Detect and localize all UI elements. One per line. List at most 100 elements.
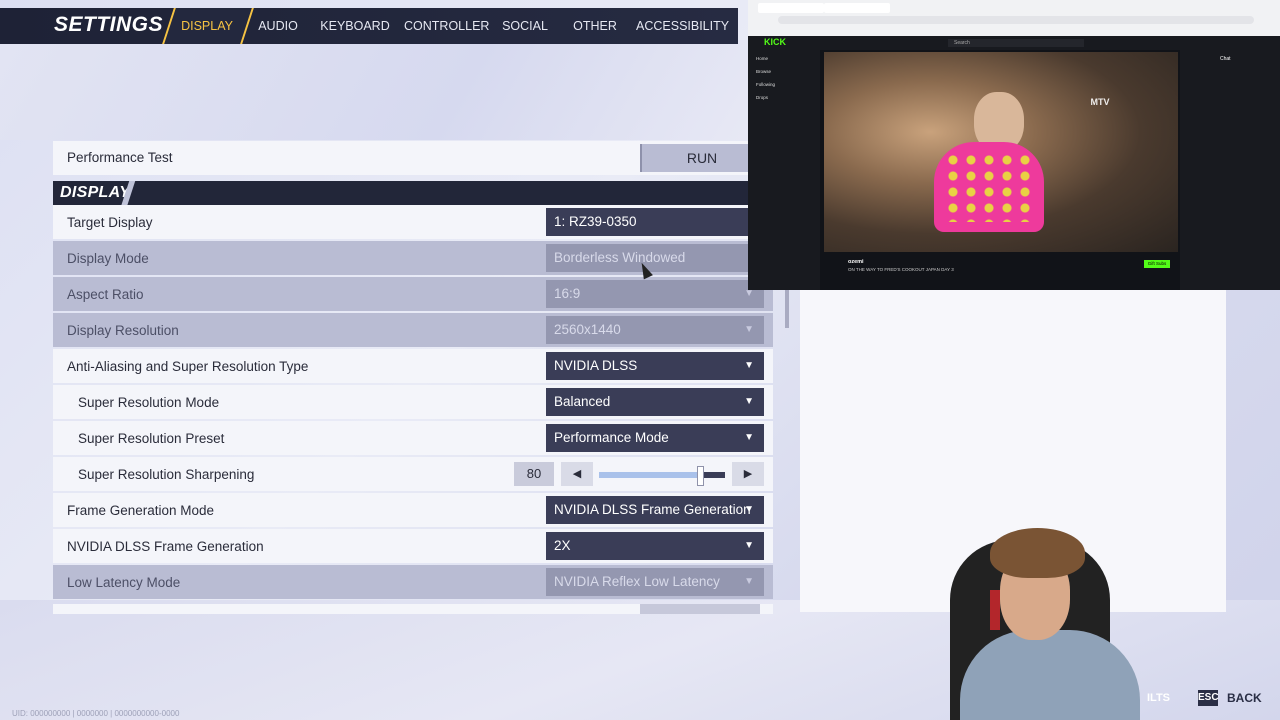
watermark-text: MTV — [1090, 97, 1110, 107]
sharpening-slider[interactable] — [599, 466, 725, 486]
tab-controller[interactable]: CONTROLLER — [404, 8, 489, 44]
shirt-pattern — [944, 152, 1034, 222]
display-resolution-dropdown[interactable]: 2560x1440 ▼ — [546, 316, 764, 344]
setting-label: Display Mode — [67, 250, 149, 266]
tab-display[interactable]: DISPLAY — [172, 8, 242, 44]
page-title: SETTINGS — [54, 13, 164, 36]
chat-title: Chat — [1220, 56, 1231, 62]
setting-super-resolution-preset: Super Resolution Preset Performance Mode… — [53, 421, 773, 455]
setting-anti-aliasing: Anti-Aliasing and Super Resolution Type … — [53, 349, 773, 383]
partial-button[interactable] — [640, 604, 760, 614]
run-button[interactable]: RUN — [640, 144, 762, 172]
person-hair — [990, 528, 1085, 578]
url-bar[interactable] — [778, 16, 1254, 24]
browser-tab[interactable] — [758, 3, 824, 13]
setting-label: Super Resolution Preset — [78, 430, 225, 446]
chair-accent — [990, 590, 1000, 630]
streamer-name[interactable]: ozemi — [848, 259, 864, 265]
dropdown-value: NVIDIA Reflex Low Latency — [554, 574, 720, 589]
super-resolution-mode-dropdown[interactable]: Balanced ▼ — [546, 388, 764, 416]
tab-keyboard[interactable]: KEYBOARD — [318, 8, 392, 44]
stream-overlay: KICK Search Home Browse Following Drops … — [748, 0, 1280, 290]
setting-super-resolution-sharpening: Super Resolution Sharpening 80 ◀ ▶ — [53, 457, 773, 491]
display-mode-dropdown[interactable]: Borderless Windowed — [546, 244, 764, 272]
stream-video[interactable]: MTV — [824, 52, 1178, 252]
sidebar-item-home[interactable]: Home — [756, 56, 768, 61]
wolf-logo: MTV — [1060, 62, 1140, 142]
sharpening-value: 80 — [514, 462, 554, 486]
tab-audio[interactable]: AUDIO — [252, 8, 304, 44]
browser-bar — [748, 0, 1280, 36]
chevron-down-icon: ▼ — [744, 396, 754, 407]
setting-row-partial — [53, 604, 773, 614]
kick-logo: KICK — [764, 37, 786, 47]
slider-fill — [599, 472, 700, 478]
display-section-header: DISPLAY — [53, 181, 773, 207]
kick-topbar: KICK Search — [748, 36, 1280, 50]
setting-aspect-ratio: Aspect Ratio 16:9 ▼ — [53, 277, 773, 311]
chevron-down-icon: ▼ — [744, 432, 754, 443]
dropdown-value: Performance Mode — [554, 430, 669, 445]
dropdown-value: Balanced — [554, 394, 611, 409]
low-latency-mode-dropdown[interactable]: NVIDIA Reflex Low Latency ▼ — [546, 568, 764, 596]
tab-other[interactable]: OTHER — [568, 8, 622, 44]
user-id: UID: 000000000 | 0000000 | 0000000000-00… — [12, 709, 180, 718]
person-body — [960, 630, 1140, 720]
aspect-ratio-dropdown[interactable]: 16:9 ▼ — [546, 280, 764, 308]
super-resolution-preset-dropdown[interactable]: Performance Mode ▼ — [546, 424, 764, 452]
increase-button[interactable]: ▶ — [732, 462, 764, 486]
setting-label: Anti-Aliasing and Super Resolution Type — [67, 358, 309, 374]
sidebar-item-following[interactable]: Following — [756, 82, 775, 87]
sidebar-item-drops[interactable]: Drops — [756, 95, 768, 100]
back-button[interactable]: BACK — [1227, 690, 1262, 706]
dropdown-value: NVIDIA DLSS Frame Generation — [554, 502, 751, 517]
triangle-left-icon: ◀ — [572, 468, 582, 480]
setting-label: NVIDIA DLSS Frame Generation — [67, 538, 264, 554]
chevron-down-icon: ▼ — [744, 360, 754, 371]
stream-info: ozemi ON THE WAY TO FRED'S COOKOUT JAPAN… — [824, 254, 1178, 290]
webcam-overlay — [930, 520, 1160, 720]
performance-test-label: Performance Test — [67, 150, 173, 165]
dropdown-value: 16:9 — [554, 286, 581, 301]
slider-handle[interactable] — [696, 466, 704, 486]
setting-target-display: Target Display 1: RZ39-0350 — [53, 205, 773, 239]
setting-label: Low Latency Mode — [67, 574, 181, 590]
setting-label: Super Resolution Sharpening — [78, 466, 255, 482]
dlss-frame-generation-dropdown[interactable]: 2X ▼ — [546, 532, 764, 560]
frame-generation-mode-dropdown[interactable]: NVIDIA DLSS Frame Generation ▼ — [546, 496, 764, 524]
setting-label: Aspect Ratio — [67, 286, 144, 302]
sidebar-item-browse[interactable]: Browse — [756, 69, 771, 74]
top-nav: SETTINGS DISPLAY AUDIO KEYBOARD CONTROLL… — [0, 8, 738, 44]
target-display-dropdown[interactable]: 1: RZ39-0350 — [546, 208, 764, 236]
setting-low-latency-mode: Low Latency Mode NVIDIA Reflex Low Laten… — [53, 565, 773, 599]
setting-label: Frame Generation Mode — [67, 502, 215, 518]
setting-frame-generation-mode: Frame Generation Mode NVIDIA DLSS Frame … — [53, 493, 773, 527]
section-title: DISPLAY — [60, 184, 131, 201]
chevron-down-icon: ▼ — [744, 576, 754, 587]
setting-label: Display Resolution — [67, 322, 179, 338]
background-shape — [0, 40, 760, 140]
dropdown-value: 1: RZ39-0350 — [554, 214, 637, 229]
setting-display-mode: Display Mode Borderless Windowed — [53, 241, 773, 275]
chat-panel: Chat — [1180, 50, 1280, 290]
stream-title: ON THE WAY TO FRED'S COOKOUT JAPAN DAY 3 — [848, 267, 954, 272]
kick-sidebar: Home Browse Following Drops — [748, 50, 820, 290]
tab-accessibility[interactable]: ACCESSIBILITY — [636, 8, 729, 44]
dropdown-value: Borderless Windowed — [554, 250, 686, 265]
setting-super-resolution-mode: Super Resolution Mode Balanced ▼ — [53, 385, 773, 419]
setting-label: Super Resolution Mode — [78, 394, 220, 410]
triangle-right-icon: ▶ — [743, 468, 753, 480]
gift-subs-button[interactable]: Gift Subs — [1144, 260, 1170, 268]
kick-search-input[interactable]: Search — [948, 39, 1084, 47]
dropdown-value: 2X — [554, 538, 571, 553]
chevron-down-icon: ▼ — [744, 324, 754, 335]
dropdown-value: 2560x1440 — [554, 322, 621, 337]
performance-test-row: Performance Test RUN — [53, 141, 773, 175]
tab-social[interactable]: SOCIAL — [498, 8, 552, 44]
browser-tab[interactable] — [824, 3, 890, 13]
partial-label: ILTS — [1147, 692, 1171, 704]
esc-key-icon: ESC — [1198, 690, 1219, 706]
setting-label: Target Display — [67, 214, 153, 230]
decrease-button[interactable]: ◀ — [561, 462, 593, 486]
anti-aliasing-dropdown[interactable]: NVIDIA DLSS ▼ — [546, 352, 764, 380]
